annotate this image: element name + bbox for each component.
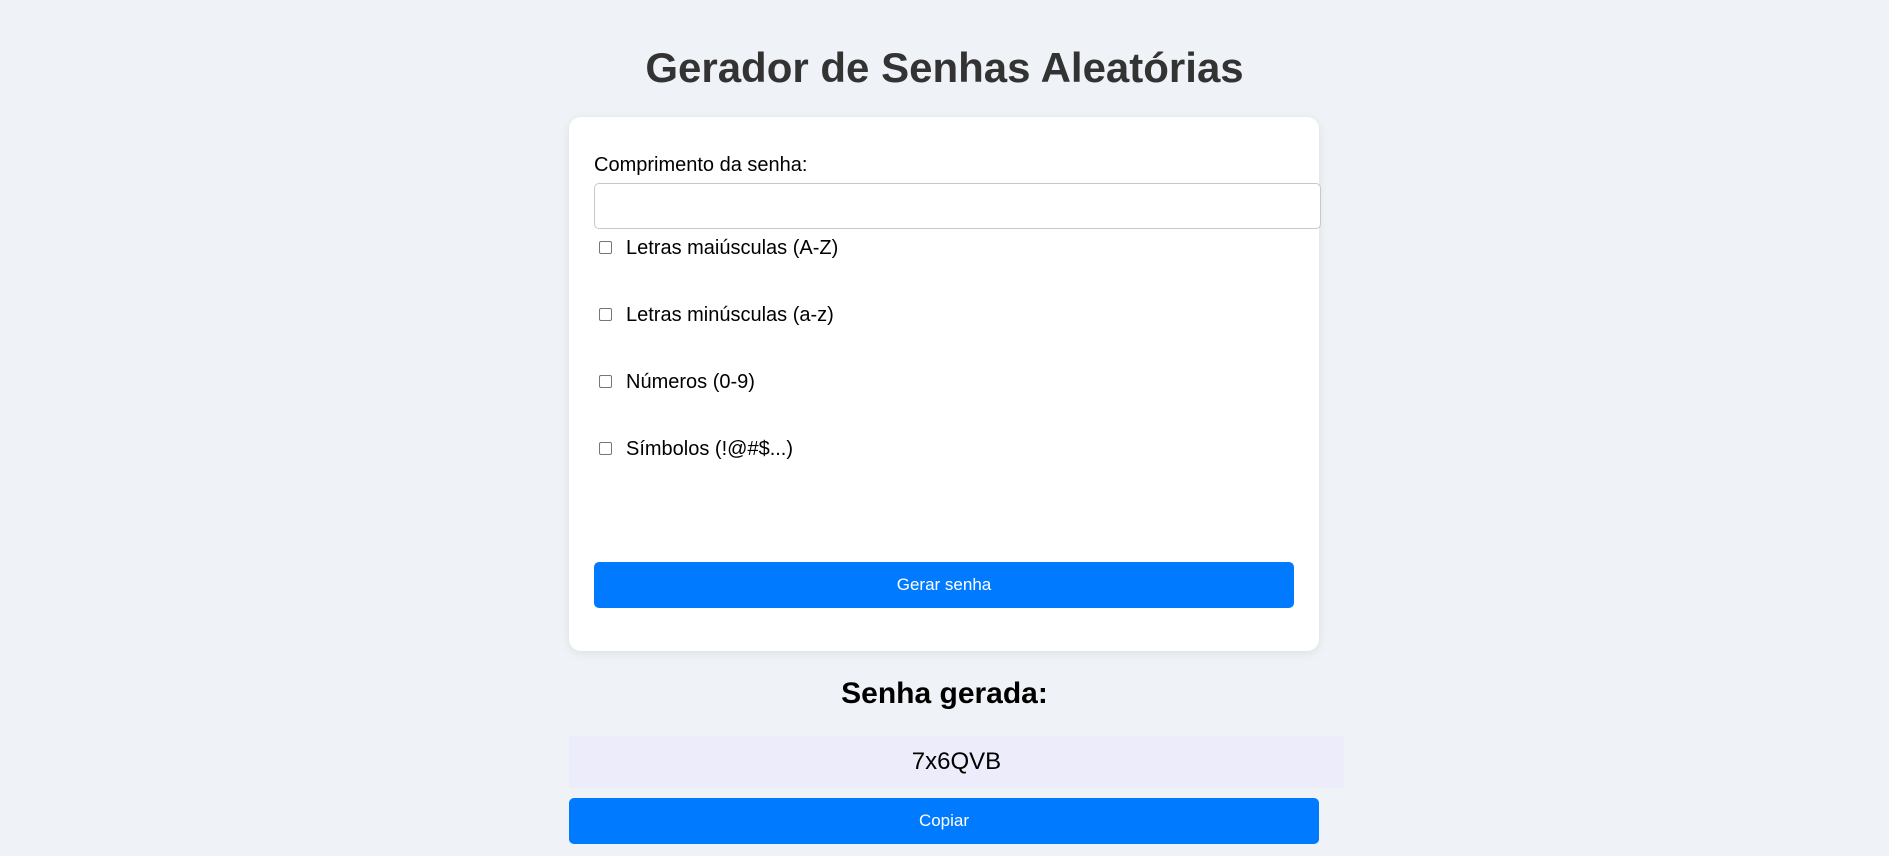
numbers-checkbox[interactable]	[599, 374, 612, 388]
option-numbers[interactable]: Números (0-9)	[599, 369, 755, 395]
option-label: Números (0-9)	[626, 371, 755, 393]
generated-password: 7x6QVB	[569, 736, 1344, 788]
length-input[interactable]	[594, 183, 1321, 229]
page-title: Gerador de Senhas Aleatórias	[645, 44, 1244, 91]
symbols-checkbox[interactable]	[599, 441, 612, 455]
option-uppercase[interactable]: Letras maiúsculas (A-Z)	[599, 235, 838, 261]
option-symbols[interactable]: Símbolos (!@#$...)	[599, 436, 793, 462]
result-title: Senha gerada:	[841, 677, 1048, 710]
generate-button[interactable]: Gerar senha	[594, 562, 1294, 608]
option-label: Símbolos (!@#$...)	[626, 438, 794, 460]
uppercase-checkbox[interactable]	[599, 240, 612, 254]
password-form-card: Comprimento da senha: Letras maiúsculas …	[569, 117, 1321, 651]
length-label: Comprimento da senha:	[594, 154, 808, 176]
copy-button[interactable]: Copiar	[569, 798, 1319, 844]
option-lowercase[interactable]: Letras minúsculas (a-z)	[599, 302, 834, 328]
option-label: Letras maiúsculas (A-Z)	[626, 237, 839, 259]
option-label: Letras minúsculas (a-z)	[626, 304, 834, 326]
lowercase-checkbox[interactable]	[599, 307, 612, 321]
